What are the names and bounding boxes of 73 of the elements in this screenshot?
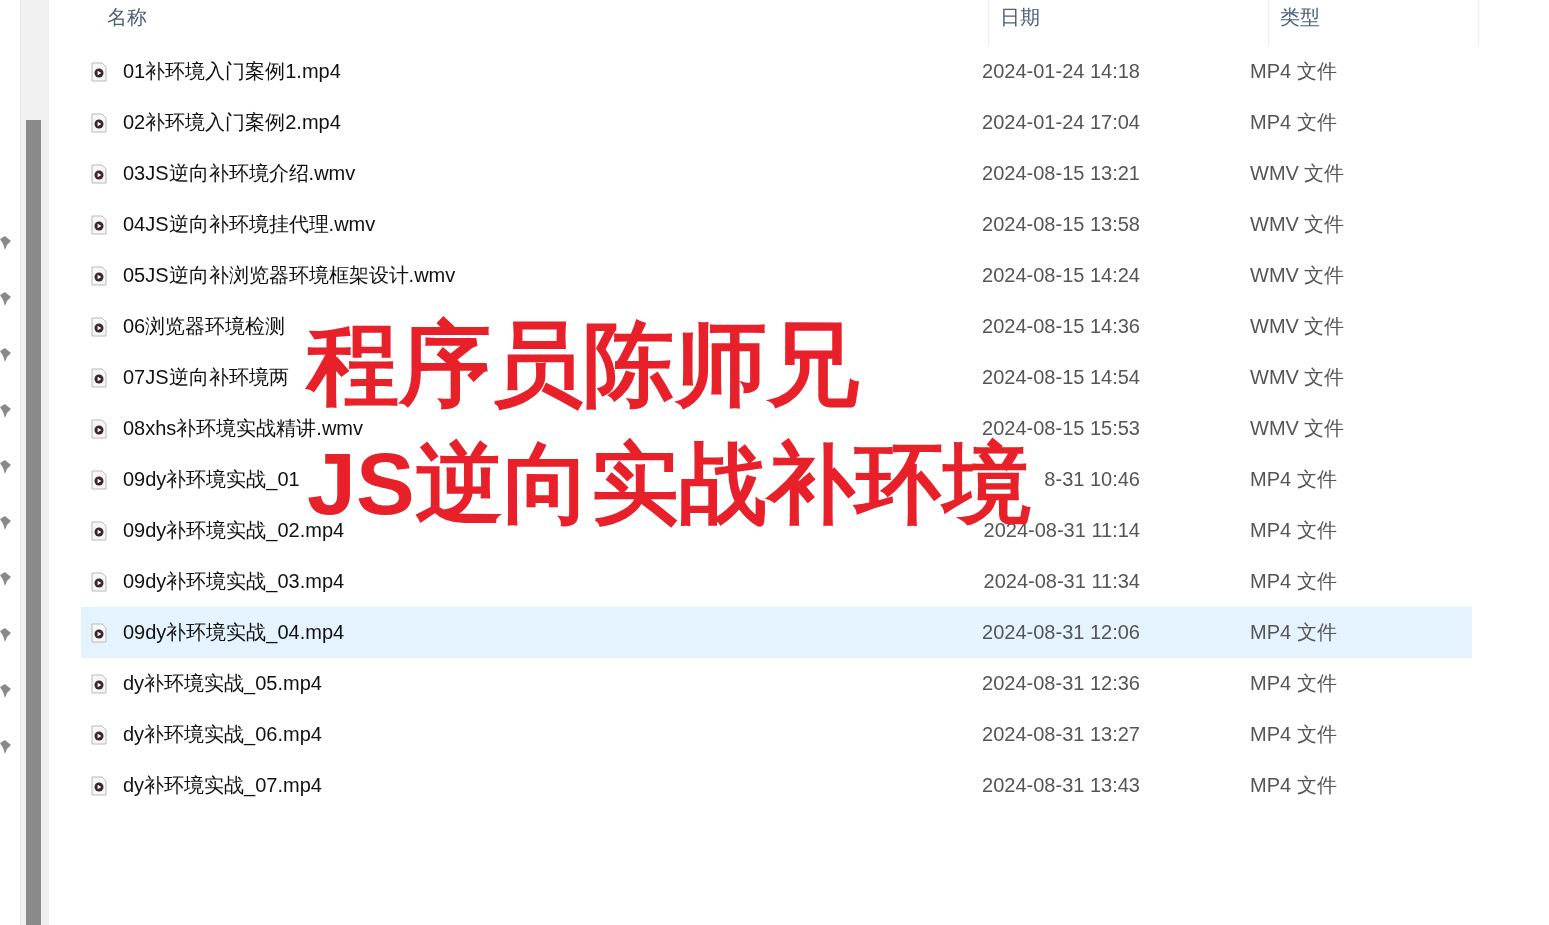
file-name: 01补环境入门案例1.mp4 [123, 59, 341, 84]
file-name: dy补环境实战_07.mp4 [123, 773, 322, 799]
file-type: WMV 文件 [1250, 417, 1345, 439]
file-type: MP4 文件 [1250, 570, 1337, 592]
pin-icon[interactable] [0, 348, 12, 362]
file-type: WMV 文件 [1250, 264, 1345, 286]
pin-icon[interactable] [0, 404, 12, 418]
video-file-icon [91, 265, 107, 286]
file-name: 02补环境入门案例2.mp4 [123, 110, 341, 135]
video-file-icon [91, 61, 107, 82]
pin-icon[interactable] [0, 460, 12, 474]
video-file-icon [91, 469, 107, 490]
video-file-icon [91, 316, 107, 337]
file-date: 2024-08-31 11:34 [982, 570, 1140, 593]
file-name: 03JS逆向补环境介绍.wmv [123, 161, 356, 186]
file-name: 09dy补环境实战_03.mp4 [123, 569, 345, 595]
file-name: dy补环境实战_05.mp4 [123, 671, 322, 697]
file-date: 2024-08-15 13:58 [981, 213, 1140, 236]
video-file-icon [91, 163, 107, 184]
file-type: MP4 文件 [1250, 60, 1337, 82]
video-file-icon [91, 775, 107, 796]
video-file-icon [91, 367, 107, 388]
file-date: 2024-08-31 13:27 [981, 723, 1140, 746]
column-header[interactable]: 名称 [51, 0, 989, 46]
file-date: 2024-08-15 14:24 [981, 264, 1140, 287]
video-file-icon [91, 673, 107, 694]
pin-icon[interactable] [0, 292, 12, 306]
file-date: 2024-08-15 14:36 [981, 315, 1140, 338]
overlay-title: 程序员陈师兄 [307, 318, 859, 410]
scrollbar-thumb[interactable] [26, 120, 41, 925]
file-name: 09dy补环境实战_01 [123, 467, 300, 493]
video-file-icon [91, 214, 107, 235]
file-type: MP4 文件 [1250, 774, 1337, 796]
file-name: 04JS逆向补环境挂代理.wmv [123, 212, 376, 237]
file-date: 2024-01-24 14:18 [981, 60, 1140, 83]
video-file-icon [91, 571, 107, 592]
video-file-icon [91, 520, 107, 541]
file-name: 06浏览器环境检测 [123, 314, 286, 339]
file-type: WMV 文件 [1250, 162, 1345, 184]
video-file-icon [91, 724, 107, 745]
file-date: 2024-08-15 13:21 [981, 162, 1140, 185]
video-file-icon [91, 418, 107, 439]
file-type: WMV 文件 [1250, 315, 1345, 337]
video-file-icon [91, 112, 107, 133]
pin-icon[interactable] [0, 236, 12, 250]
file-type: WMV 文件 [1250, 366, 1345, 388]
file-date: 2024-08-31 12:06 [981, 621, 1140, 644]
video-file-icon [91, 622, 107, 643]
file-date: 8-31 10:46 [1043, 468, 1140, 491]
file-type: MP4 文件 [1250, 672, 1337, 694]
pin-icon[interactable] [0, 572, 12, 586]
file-name: 05JS逆向补浏览器环境框架设计.wmv [123, 263, 456, 288]
pin-icon[interactable] [0, 516, 12, 530]
file-name: 08xhs补环境实战精讲.wmv [123, 416, 364, 441]
file-date: 2024-01-24 17:04 [981, 111, 1140, 134]
file-name: 09dy补环境实战_04.mp4 [123, 620, 345, 646]
file-date: 2024-08-15 14:54 [981, 366, 1140, 389]
pin-icon[interactable] [0, 740, 12, 754]
file-type: WMV 文件 [1250, 213, 1345, 235]
file-date: 2024-08-31 13:43 [981, 774, 1140, 797]
file-type: MP4 文件 [1250, 621, 1337, 643]
column-header[interactable]: 类型 [1269, 0, 1479, 46]
file-name: 07JS逆向补环境两 [123, 365, 289, 390]
file-date: 2024-08-31 12:36 [981, 672, 1140, 695]
selected-row-highlight[interactable]: 09dy补环境实战_04.mp4 2024-08-31 12:06 MP4 文件 [81, 607, 1472, 658]
file-type: MP4 文件 [1250, 723, 1337, 745]
pin-icon[interactable] [0, 628, 12, 642]
column-header[interactable]: 日期 [989, 0, 1269, 46]
file-type: MP4 文件 [1250, 468, 1337, 490]
file-type: MP4 文件 [1250, 111, 1337, 133]
file-name: dy补环境实战_06.mp4 [123, 722, 322, 748]
pin-icon[interactable] [0, 684, 12, 698]
file-type: MP4 文件 [1250, 519, 1337, 541]
